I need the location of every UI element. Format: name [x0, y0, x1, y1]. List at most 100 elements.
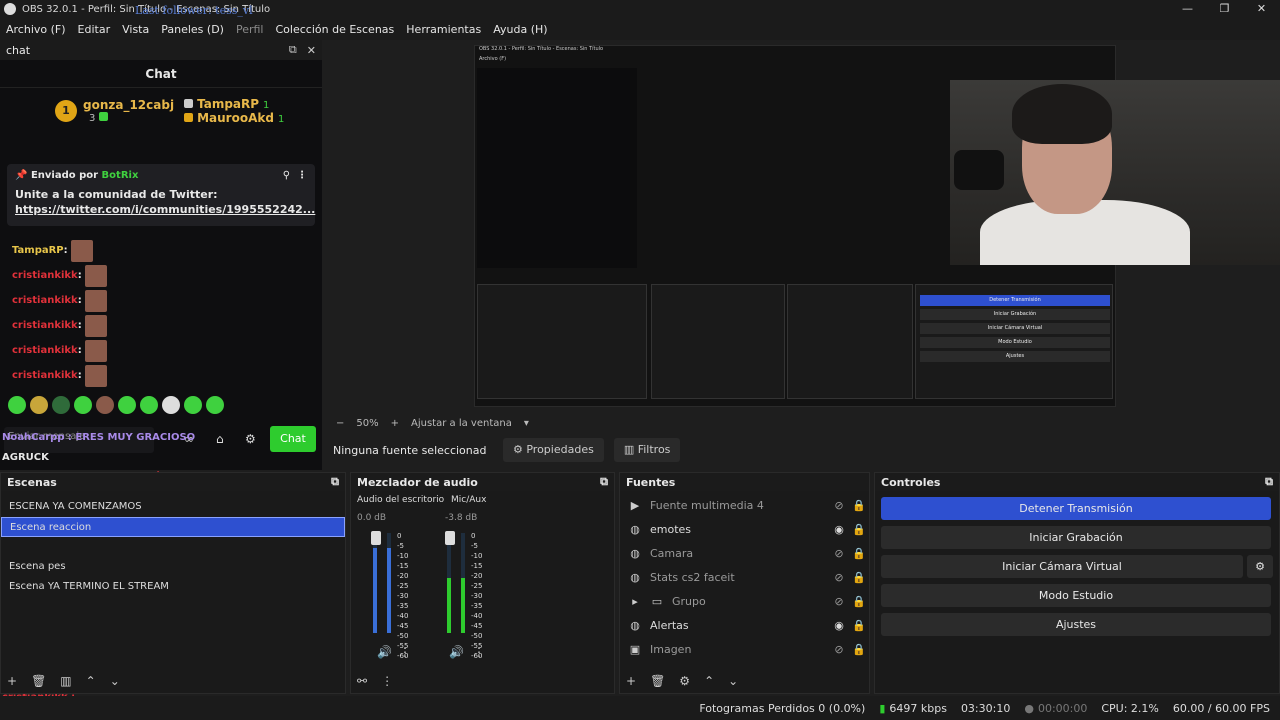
pinned-by-user: BotRix — [101, 170, 139, 181]
fit-window-select[interactable]: Ajustar a la ventana — [411, 418, 512, 429]
link-icon[interactable]: ⚯ — [357, 674, 367, 688]
emote-icon[interactable] — [184, 396, 202, 414]
close-button[interactable]: ✕ — [1243, 0, 1280, 18]
gear-icon[interactable]: ⚙ — [679, 674, 690, 688]
lock-icon[interactable]: 🔒 — [849, 595, 869, 608]
scene-item-selected[interactable]: Escena reaccion — [1, 517, 345, 537]
source-item[interactable]: ◍ Stats cs2 faceit ⊘ 🔒 — [620, 565, 869, 589]
lock-icon[interactable]: 🔒 — [849, 643, 869, 656]
emote-icon[interactable] — [74, 396, 92, 414]
settings-button[interactable]: Ajustes — [881, 613, 1271, 636]
arrow-up-icon[interactable]: ⌃ — [704, 674, 714, 688]
menu-editar[interactable]: Editar — [72, 23, 117, 36]
scene-item[interactable]: ESCENA YA COMENZAMOS — [1, 497, 345, 517]
start-recording-button[interactable]: Iniciar Grabación — [881, 526, 1271, 549]
lock-icon[interactable]: 🔒 — [849, 619, 869, 632]
scene-item[interactable]: Escena YA TERMINO EL STREAM — [1, 577, 345, 597]
source-item[interactable]: ▣ Imagen ⊘ 🔒 — [620, 637, 869, 661]
chat-user[interactable]: cristiankikk — [12, 295, 78, 306]
window-controls: — ❐ ✕ — [1169, 0, 1280, 18]
trash-icon[interactable]: 🗑 — [31, 674, 46, 688]
more-options-icon[interactable]: ⋮ — [399, 645, 411, 659]
source-item[interactable]: ▶ Fuente multimedia 4 ⊘ 🔒 — [620, 493, 869, 517]
source-item[interactable]: ◍ Alertas ◉ 🔒 — [620, 613, 869, 637]
filters-button[interactable]: ▥ Filtros — [613, 438, 681, 462]
unpin-icon[interactable]: ⚲ — [283, 170, 290, 181]
source-item[interactable]: ▸ ▭ Grupo ⊘ 🔒 — [620, 589, 869, 613]
eye-hidden-icon[interactable]: ⊘ — [829, 571, 849, 584]
arrow-down-icon[interactable]: ⌄ — [728, 674, 738, 688]
menu-vista[interactable]: Vista — [116, 23, 155, 36]
lock-icon[interactable]: 🔒 — [849, 547, 869, 560]
arrow-up-icon[interactable]: ⌃ — [86, 674, 96, 688]
chat-send-button[interactable]: Chat — [270, 426, 316, 452]
arrow-down-icon[interactable]: ⌄ — [110, 674, 120, 688]
chat-user[interactable]: cristiankikk — [12, 345, 78, 356]
eye-icon[interactable]: ◉ — [829, 523, 849, 536]
volume-slider-mic[interactable] — [445, 531, 455, 545]
source-item[interactable]: ◍ Camara ⊘ 🔒 — [620, 541, 869, 565]
more-options-icon[interactable]: ⋮ — [473, 645, 485, 659]
menu-ayuda[interactable]: Ayuda (H) — [487, 23, 553, 36]
close-dock-icon[interactable]: ✕ — [307, 44, 316, 57]
stop-streaming-button[interactable]: Detener Transmisión — [881, 497, 1271, 520]
zoom-out-button[interactable]: − — [336, 418, 344, 429]
zoom-in-button[interactable]: + — [391, 418, 399, 429]
chat-user[interactable]: cristiankikk — [12, 320, 78, 331]
more-options-icon[interactable]: ⋮ — [381, 674, 393, 688]
emote-icon[interactable] — [118, 396, 136, 414]
emote-icon[interactable] — [8, 396, 26, 414]
menu-archivo[interactable]: Archivo (F) — [0, 23, 72, 36]
eye-hidden-icon[interactable]: ⊘ — [829, 643, 849, 656]
lock-icon[interactable]: 🔒 — [849, 571, 869, 584]
menu-herramientas[interactable]: Herramientas — [400, 23, 487, 36]
preview-canvas[interactable]: OBS 32.0.1 - Perfil: Sin Título - Escena… — [324, 40, 1280, 413]
menu-coleccion[interactable]: Colección de Escenas — [270, 23, 401, 36]
emote-icon[interactable] — [96, 396, 114, 414]
emote-icon[interactable] — [162, 396, 180, 414]
chevron-right-icon[interactable]: ▸ — [628, 595, 642, 608]
settings-icon[interactable]: ⚙ — [245, 432, 256, 446]
add-icon[interactable]: + — [7, 674, 17, 688]
scene-item[interactable] — [1, 537, 345, 557]
add-icon[interactable]: + — [626, 674, 636, 688]
speaker-icon[interactable]: 🔊 — [449, 645, 464, 659]
chat-user[interactable]: cristiankikk — [12, 270, 78, 281]
undock-icon[interactable]: ⧉ — [331, 475, 339, 489]
undock-icon[interactable]: ⧉ — [1265, 475, 1273, 489]
chat-user[interactable]: cristiankikk — [12, 370, 78, 381]
source-item[interactable]: ◍ emotes ◉ 🔒 — [620, 517, 869, 541]
trash-icon[interactable]: 🗑 — [650, 674, 665, 688]
undock-icon[interactable]: ⧉ — [600, 475, 608, 489]
eye-hidden-icon[interactable]: ⊘ — [829, 547, 849, 560]
properties-button[interactable]: ⚙ Propiedades — [503, 438, 604, 462]
emote-icon[interactable] — [206, 396, 224, 414]
eye-hidden-icon[interactable]: ⊘ — [829, 595, 849, 608]
scene-item[interactable]: Escena pes — [1, 557, 345, 577]
filter-icon[interactable]: ▥ — [60, 674, 71, 688]
menu-paneles[interactable]: Paneles (D) — [155, 23, 230, 36]
emote-icon — [70, 239, 93, 262]
pinned-link[interactable]: https://twitter.com/i/communities/199555… — [15, 203, 315, 216]
emote-icon[interactable] — [140, 396, 158, 414]
pinned-message[interactable]: 📌 Enviado por BotRix ⚲ ⋮ Unite a la comu… — [7, 164, 315, 226]
eye-hidden-icon[interactable]: ⊘ — [829, 499, 849, 512]
lock-icon[interactable]: 🔒 — [849, 499, 869, 512]
maximize-button[interactable]: ❐ — [1206, 0, 1243, 18]
menu-perfil[interactable]: Perfil — [230, 23, 270, 36]
chevron-down-icon[interactable]: ▾ — [524, 418, 529, 429]
filters-label: Filtros — [637, 443, 671, 456]
more-options-icon[interactable]: ⋮ — [297, 170, 307, 181]
minimize-button[interactable]: — — [1169, 0, 1206, 18]
undock-icon[interactable]: ⧉ — [289, 43, 297, 57]
chat-user[interactable]: TampaRP — [12, 245, 64, 256]
gear-icon[interactable]: ⚙ — [1247, 555, 1273, 578]
start-virtual-camera-button[interactable]: Iniciar Cámara Virtual — [881, 555, 1243, 578]
studio-mode-button[interactable]: Modo Estudio — [881, 584, 1271, 607]
lock-icon[interactable]: 🔒 — [849, 523, 869, 536]
volume-slider-desktop[interactable] — [371, 531, 381, 545]
speaker-icon[interactable]: 🔊 — [377, 645, 392, 659]
eye-icon[interactable]: ◉ — [829, 619, 849, 632]
emote-icon[interactable] — [52, 396, 70, 414]
emote-icon[interactable] — [30, 396, 48, 414]
